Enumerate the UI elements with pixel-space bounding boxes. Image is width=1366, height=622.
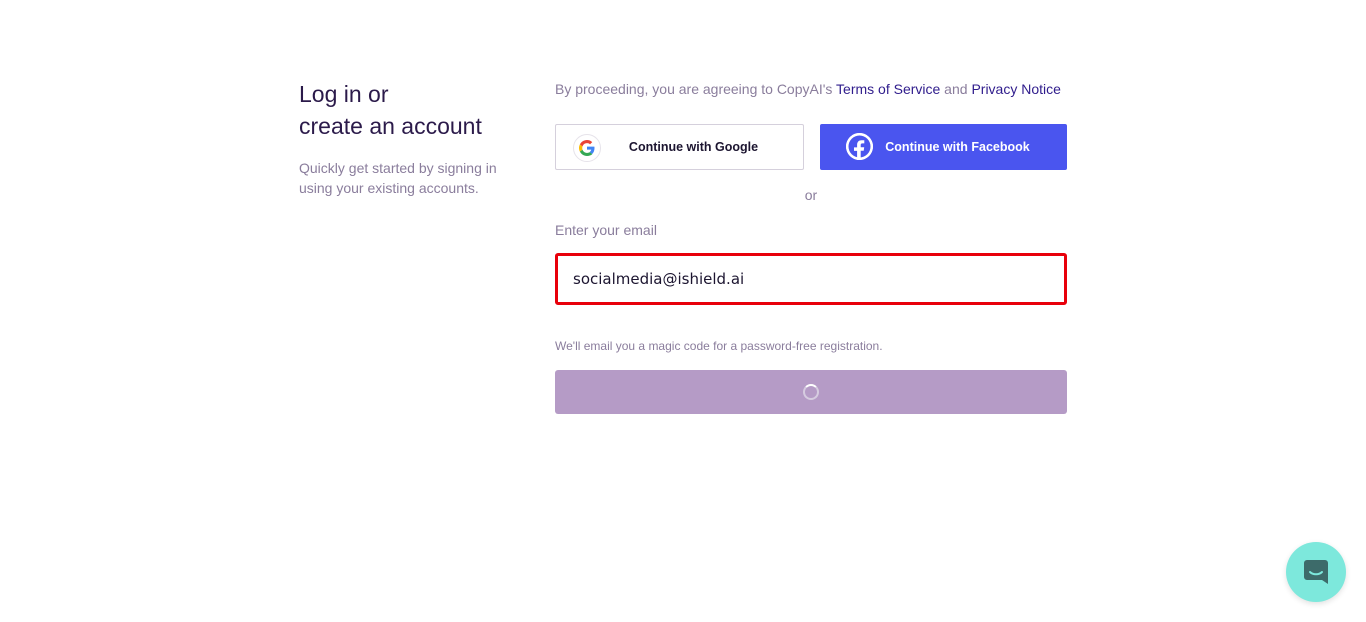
magic-code-hint: We'll email you a magic code for a passw… [555, 339, 883, 353]
loading-spinner-icon [803, 384, 819, 400]
terms-notice: By proceeding, you are agreeing to CopyA… [555, 78, 1067, 100]
title-line-1: Log in or [299, 81, 389, 107]
privacy-notice-link[interactable]: Privacy Notice [971, 81, 1060, 97]
title-line-2: create an account [299, 113, 482, 139]
email-label: Enter your email [555, 222, 657, 238]
continue-with-google-button[interactable]: Continue with Google [555, 124, 804, 170]
terms-prefix: By proceeding, you are agreeing to CopyA… [555, 81, 837, 97]
or-divider: or [804, 187, 818, 203]
terms-of-service-link[interactable]: Terms of Service [836, 81, 940, 97]
chat-launcher-button[interactable] [1286, 542, 1346, 602]
login-page: Log in or create an account Quickly get … [0, 0, 1366, 622]
page-subtitle: Quickly get started by signing in using … [299, 160, 497, 196]
google-icon [573, 134, 601, 162]
terms-and: and [940, 81, 972, 97]
auth-form: By proceeding, you are agreeing to CopyA… [555, 78, 1067, 414]
continue-with-facebook-button[interactable]: Continue with Facebook [820, 124, 1067, 170]
intro-panel: Log in or create an account Quickly get … [299, 78, 529, 198]
page-title: Log in or create an account [299, 78, 529, 142]
facebook-icon [846, 133, 873, 160]
email-field[interactable] [555, 253, 1067, 305]
social-login-row: Continue with Google Continue with Faceb… [555, 124, 1067, 170]
chat-icon [1304, 560, 1328, 584]
submit-button[interactable] [555, 370, 1067, 414]
